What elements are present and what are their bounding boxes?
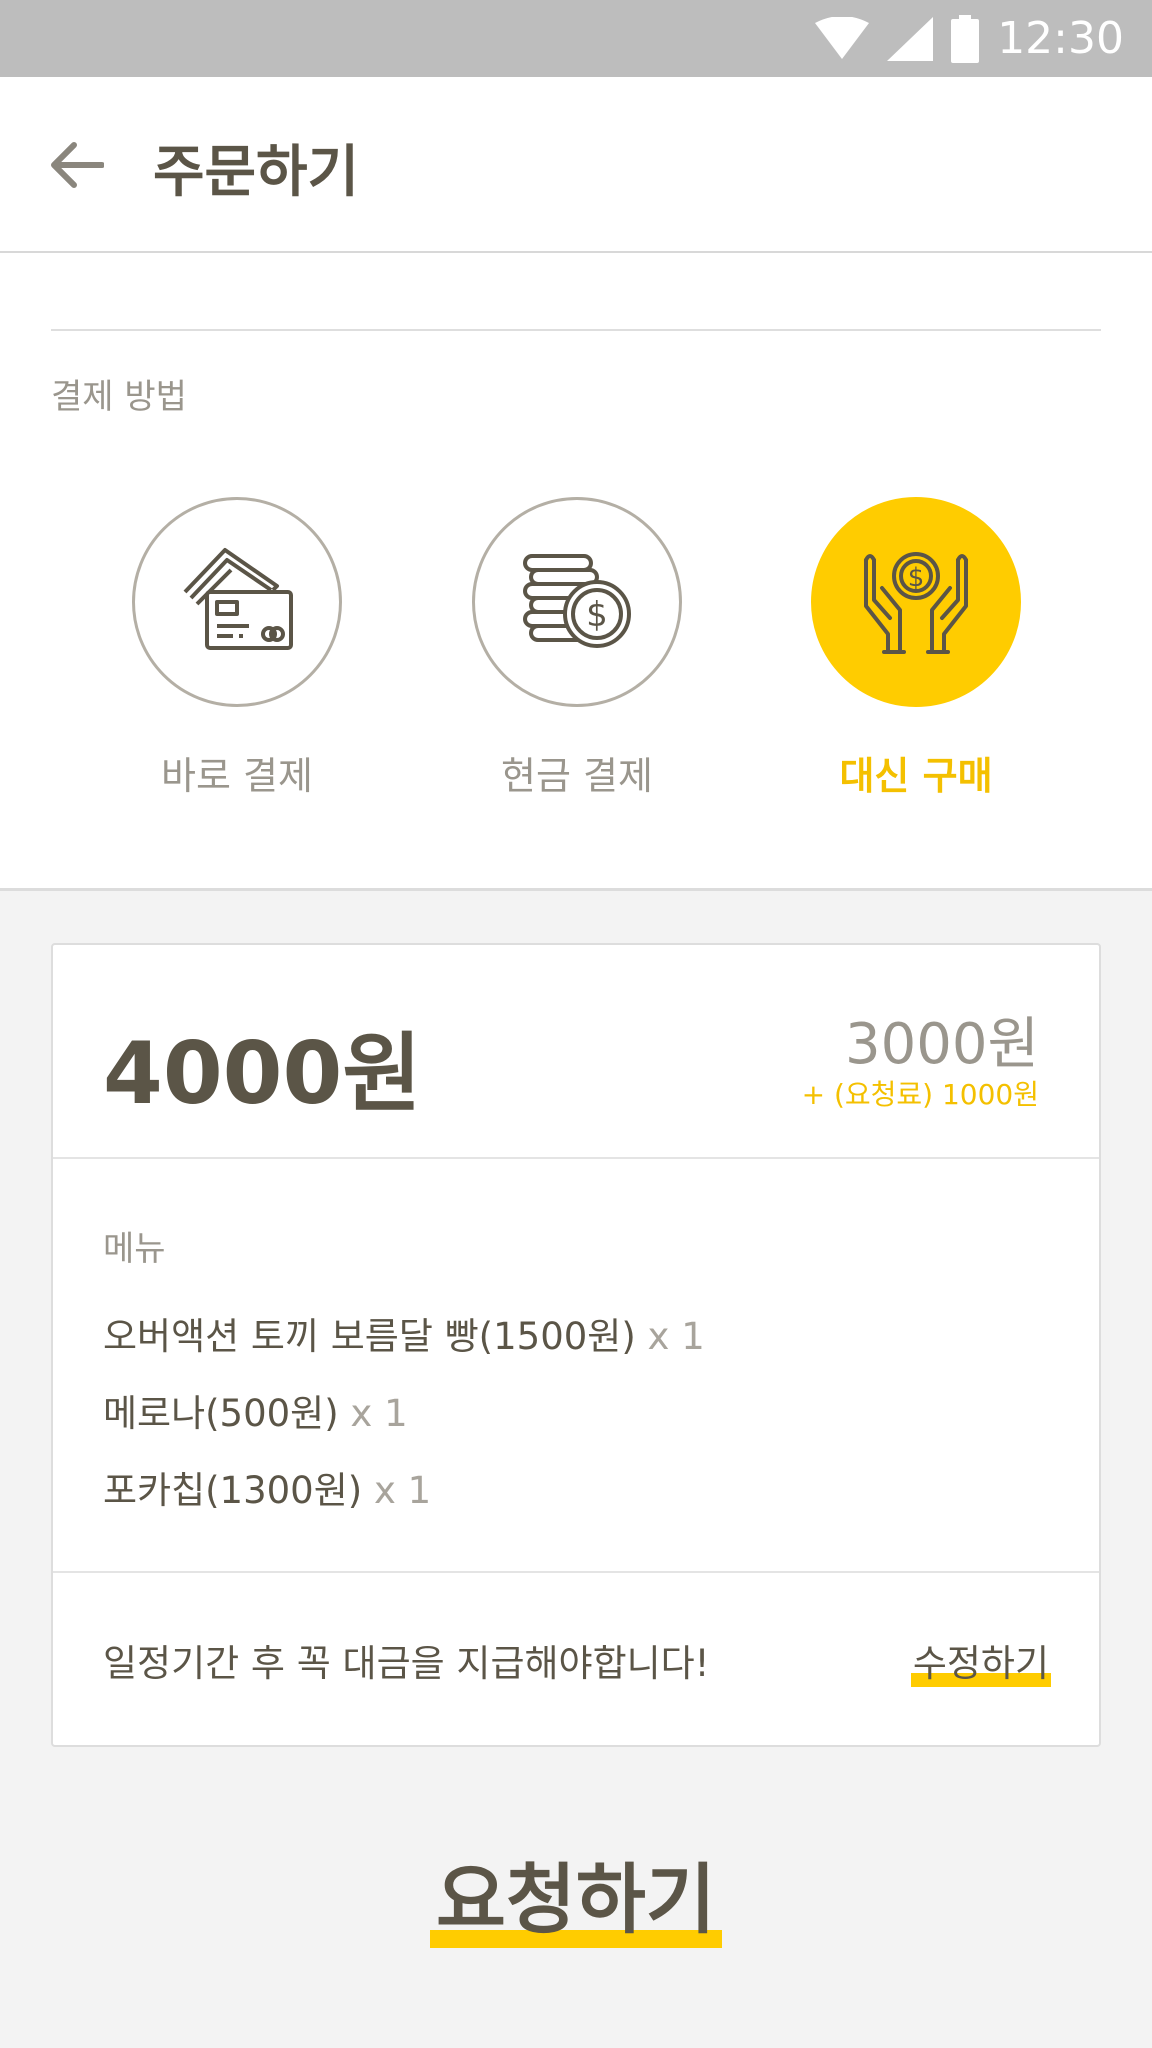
menu-title: 메뉴 — [103, 1229, 166, 1269]
payment-method-label: 결제 방법 — [51, 377, 187, 417]
price-row: 4000원 3000원 + (요청료) 1000원 — [53, 945, 1099, 1159]
list-item: 메로나(500원) x 1 — [103, 1383, 408, 1437]
coin-stack-icon: $ — [523, 554, 631, 648]
back-button[interactable] — [40, 133, 112, 197]
menu-item-qty: x 1 — [350, 1392, 408, 1435]
payment-notice: 일정기간 후 꼭 대금을 지급해야합니다! — [103, 1642, 710, 1685]
credit-cards-icon — [183, 548, 293, 650]
edit-button[interactable]: 수정하기 — [910, 1633, 1051, 1687]
hands-holding-coin-icon: $ — [864, 552, 968, 654]
request-button[interactable]: 요청하기 — [430, 1838, 722, 1948]
wifi-icon — [815, 16, 870, 59]
battery-icon — [951, 14, 980, 63]
payment-option-circle: $ — [811, 497, 1021, 707]
payment-option-label: 현금 결제 — [501, 754, 653, 798]
payment-option-circle: $ — [472, 497, 682, 707]
notice-row: 일정기간 후 꼭 대금을 지급해야합니다! 수정하기 — [53, 1573, 1099, 1747]
svg-text:$: $ — [908, 563, 925, 593]
payment-option-circle — [132, 497, 342, 707]
status-icons: 12:30 — [815, 0, 1124, 77]
base-price: 3000원 — [844, 1012, 1039, 1077]
payment-method-section: 결제 방법 바로 결제 $ 현금 결제 $ 대신 구매 — [0, 253, 1152, 891]
status-bar: 12:30 — [0, 0, 1152, 77]
app-bar: 주문하기 — [0, 77, 1152, 253]
total-price: 4000원 — [103, 1024, 422, 1124]
request-fee-note: + (요청료) 1000원 — [801, 1078, 1039, 1111]
page-title: 주문하기 — [153, 140, 360, 205]
cell-signal-icon — [887, 16, 934, 61]
payment-option-label: 바로 결제 — [161, 754, 313, 798]
payment-option-direct[interactable]: 바로 결제 — [132, 497, 342, 800]
svg-text:$: $ — [586, 595, 608, 635]
menu-item-qty: x 1 — [373, 1469, 432, 1512]
menu-item-name: 메로나(500원) — [103, 1392, 339, 1435]
divider — [51, 329, 1101, 331]
list-item: 포카칩(1300원) x 1 — [103, 1460, 431, 1514]
menu-list: 메뉴 오버액션 토끼 보름달 빵(1500원) x 1 메로나(500원) x … — [53, 1159, 1099, 1573]
order-summary-card: 4000원 3000원 + (요청료) 1000원 메뉴 오버액션 토끼 보름달… — [51, 943, 1101, 1747]
list-item: 오버액션 토끼 보름달 빵(1500원) x 1 — [103, 1306, 705, 1360]
payment-option-cash[interactable]: $ 현금 결제 — [472, 497, 682, 800]
menu-item-qty: x 1 — [647, 1315, 705, 1358]
menu-item-name: 오버액션 토끼 보름달 빵(1500원) — [103, 1315, 636, 1358]
payment-option-label: 대신 구매 — [839, 754, 993, 798]
status-time: 12:30 — [997, 13, 1124, 64]
payment-option-proxy-purchase[interactable]: $ 대신 구매 — [811, 497, 1021, 800]
menu-item-name: 포카칩(1300원) — [103, 1469, 363, 1512]
arrow-left-icon — [51, 142, 104, 188]
